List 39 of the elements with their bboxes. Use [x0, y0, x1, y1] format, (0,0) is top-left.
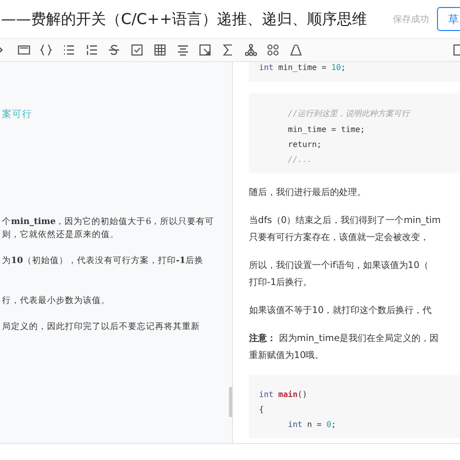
paragraph-line: 注意： 因为min_time是我们在全局定义的，因: [249, 332, 440, 346]
source-text-line: 行，代表最小步数为该值。: [2, 295, 111, 308]
paragraph-line: 如果该值不等于10，就打印这个数后换行，代: [249, 304, 433, 318]
check-icon[interactable]: [130, 43, 144, 57]
strike-icon[interactable]: [107, 43, 122, 57]
link-text: 案可行: [2, 108, 33, 121]
paragraph-line: 重新赋值为10哦。: [249, 349, 325, 363]
code-line: //运行到这里，说明此种方案可行: [286, 108, 412, 119]
ul-icon[interactable]: [62, 43, 76, 57]
paragraph-line: 打印-1后换行。: [249, 276, 314, 290]
paragraph-line: 所以，我们设置一个if语句，如果该值为10（: [249, 259, 430, 273]
code-line: return;: [286, 140, 323, 149]
code-line: int main(): [259, 390, 308, 399]
code-line: //...: [286, 155, 313, 164]
code-line: {: [259, 405, 265, 414]
article-title: ——费解的开关（C/C++语言）递推、递归、顺序思维: [1, 10, 368, 28]
align-icon[interactable]: [176, 43, 190, 57]
paragraph-line: 当dfs（0）结束之后，我们得到了一个min_tim: [249, 214, 442, 228]
table-icon[interactable]: [152, 43, 167, 57]
braces-icon[interactable]: [39, 43, 54, 57]
paragraph-line: 随后，我们进行最后的处理。: [249, 186, 367, 200]
code-line: int n = 0;: [286, 420, 338, 429]
markdown-source-pane[interactable]: 案可行 个min_time，因为它的初始值大于6，所以只要有可 则，它就依然还是原来的值。 为10（初始值），代表没有可行方案，打印-1后换 行，代表最小步数为该值。 局定义的，因此打印完了以后不要忘记再将其重新: [0, 62, 233, 443]
tree-icon[interactable]: [244, 43, 258, 57]
save-status: 保存成功: [393, 14, 429, 26]
sigma-icon[interactable]: [220, 43, 235, 57]
ol-icon[interactable]: [84, 43, 99, 57]
grid-icon[interactable]: [266, 43, 280, 57]
drafts-button[interactable]: 草: [437, 7, 460, 31]
image-icon[interactable]: [198, 43, 212, 57]
code-line: int min_time = 10;: [259, 63, 347, 72]
source-text-line: 为10（初始值），代表没有可行方案，打印-1后换: [2, 255, 205, 268]
paragraph-line: 只要有可行方案存在，该值就一定会被改变，: [249, 231, 430, 245]
source-text-line: 局定义的，因此打印完了以后不要忘记再将其重新: [2, 321, 201, 334]
source-text-line: 个min_time，因为它的初始值大于6，所以只要有可: [2, 216, 216, 229]
code-icon[interactable]: [16, 43, 31, 57]
scrollbar-thumb[interactable]: [229, 387, 232, 417]
code-line: min_time = time;: [286, 125, 366, 134]
source-text-line: 则，它就依然还是原来的值。: [2, 229, 120, 242]
